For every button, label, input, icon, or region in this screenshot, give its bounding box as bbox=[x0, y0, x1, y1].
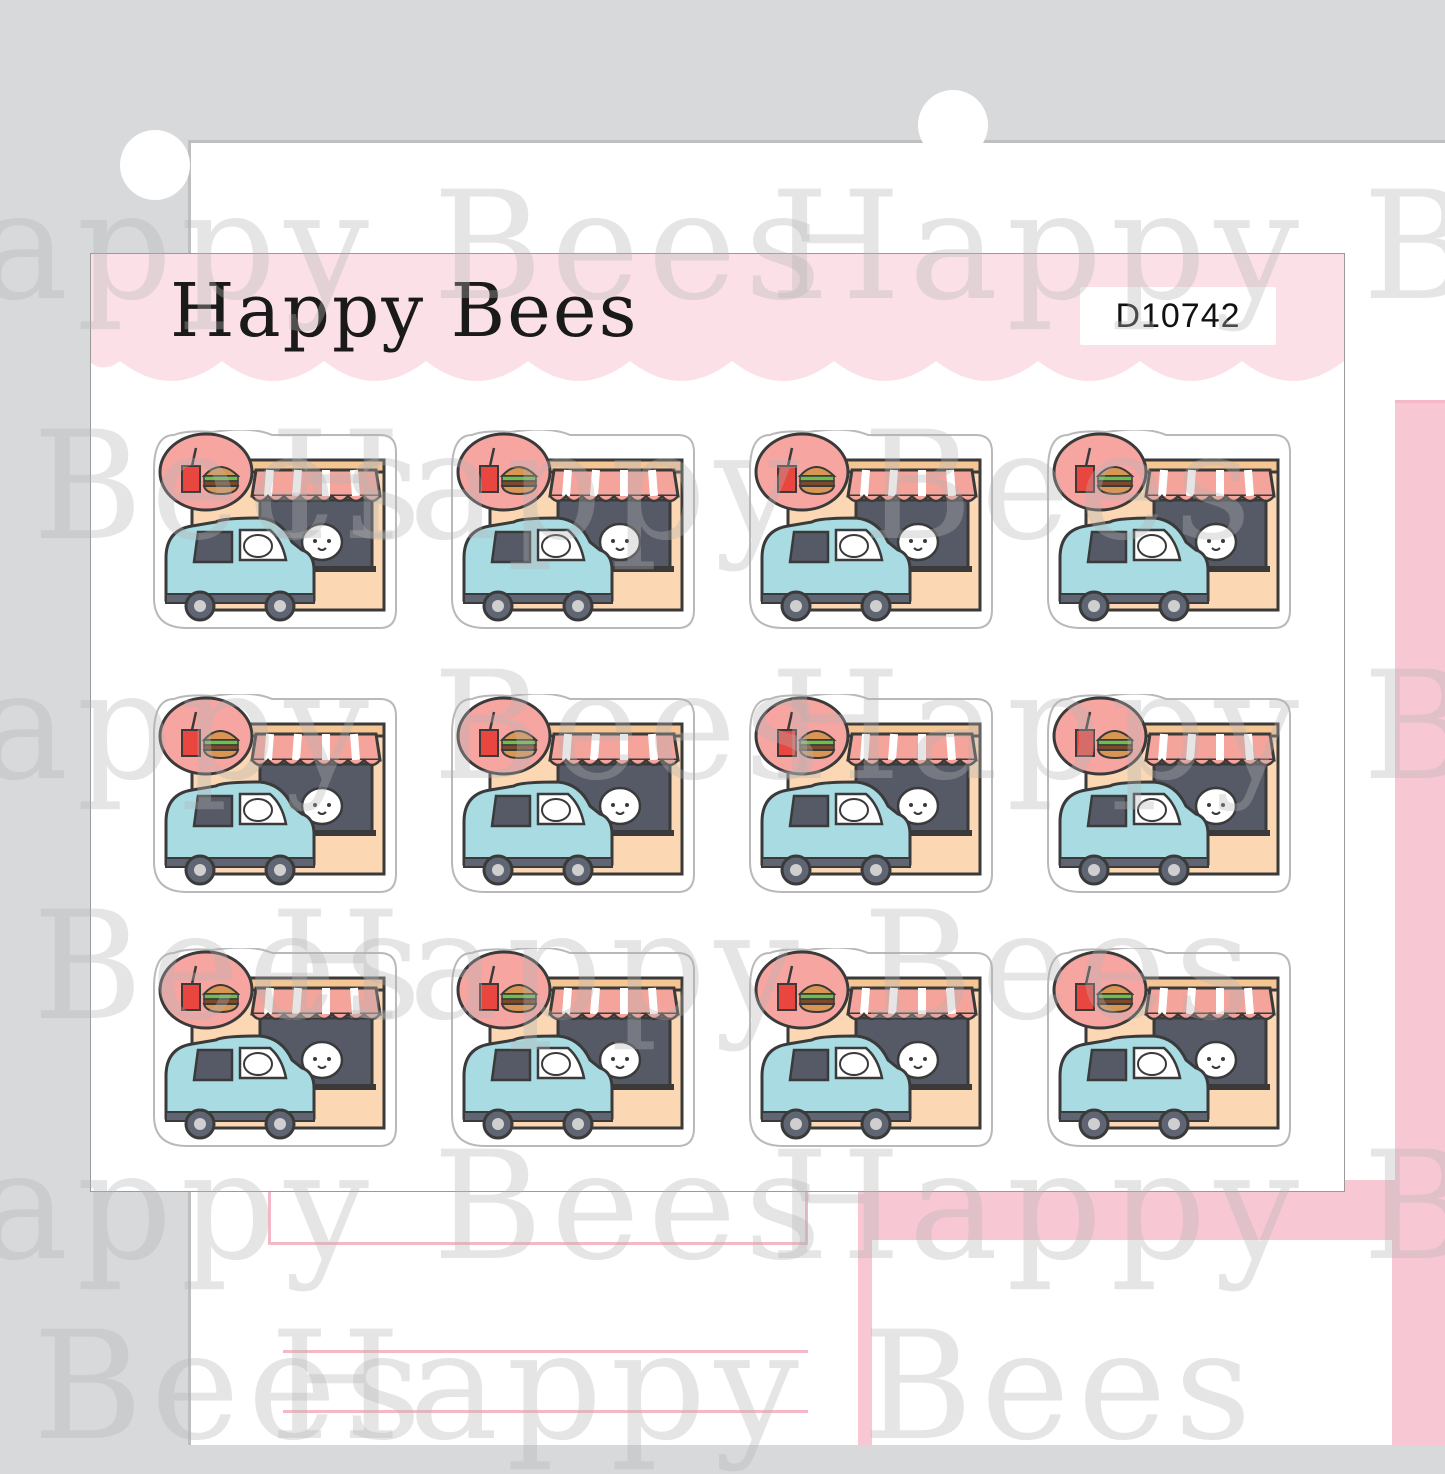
planner-tab-outline bbox=[268, 1190, 808, 1245]
drive-thru-sticker[interactable] bbox=[152, 694, 398, 894]
planner-rule-line bbox=[1395, 400, 1445, 403]
planner-hole bbox=[120, 130, 190, 200]
drive-thru-sticker[interactable] bbox=[748, 948, 994, 1148]
drive-thru-sticker[interactable] bbox=[1046, 948, 1292, 1148]
drive-thru-sticker[interactable] bbox=[748, 430, 994, 630]
drive-thru-sticker[interactable] bbox=[152, 430, 398, 630]
product-code: D10742 bbox=[1115, 296, 1241, 335]
drive-thru-sticker[interactable] bbox=[152, 948, 398, 1148]
drive-thru-sticker[interactable] bbox=[1046, 694, 1292, 894]
drive-thru-sticker[interactable] bbox=[450, 430, 696, 630]
planner-rule-line bbox=[283, 1350, 808, 1353]
brand-title: Happy Bees bbox=[170, 268, 639, 354]
product-code-badge: D10742 bbox=[1080, 287, 1276, 345]
planner-pink-block-inner bbox=[872, 1240, 1392, 1445]
planner-rule-line bbox=[283, 1410, 808, 1413]
drive-thru-sticker[interactable] bbox=[1046, 430, 1292, 630]
drive-thru-sticker[interactable] bbox=[450, 948, 696, 1148]
drive-thru-sticker[interactable] bbox=[450, 694, 696, 894]
drive-thru-sticker[interactable] bbox=[748, 694, 994, 894]
planner-hole bbox=[918, 90, 988, 160]
